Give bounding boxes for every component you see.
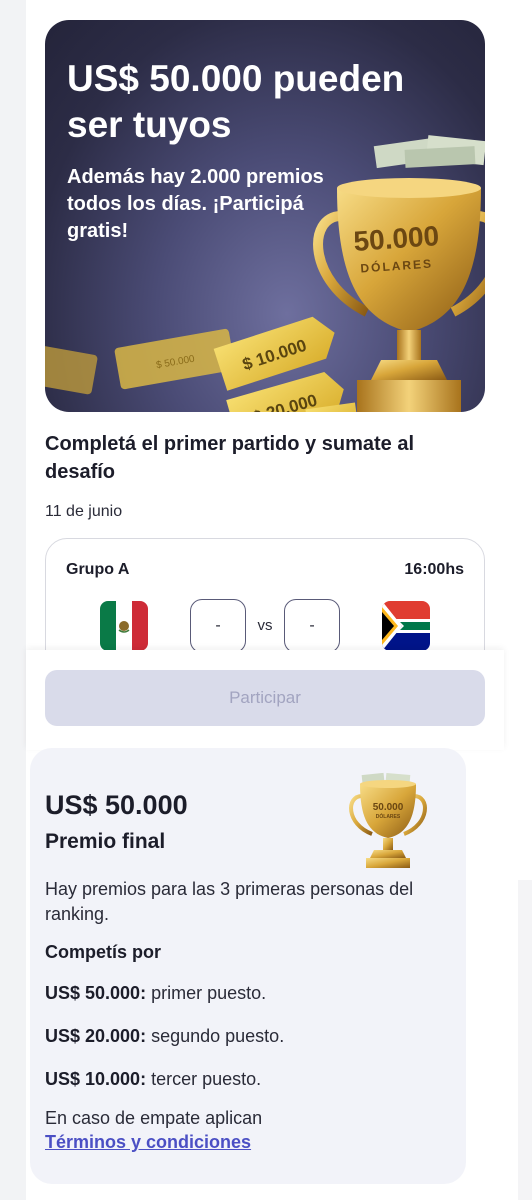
hero-banner[interactable]: 50.000 DÓLARES $ 50.000 $ 10.000 $ 20.00… xyxy=(45,20,485,412)
prize-line-second: US$ 20.000: segundo puesto. xyxy=(45,1026,285,1046)
match-time: 16:00hs xyxy=(404,561,464,578)
trophy-base xyxy=(357,380,461,412)
match-group: Grupo A xyxy=(66,561,130,578)
prize-line-first: US$ 50.000: primer puesto. xyxy=(45,983,267,1003)
away-score-input[interactable]: - xyxy=(284,599,340,653)
hero-title: US$ 50.000 pueden ser tuyos xyxy=(67,58,405,145)
home-score-input[interactable]: - xyxy=(190,599,246,653)
svg-text:50.000: 50.000 xyxy=(373,802,404,813)
trophy-label-top: 50.000 xyxy=(353,220,441,257)
prize-card: US$ 50.000 Premio final 50.000 DÓLARES H… xyxy=(30,748,466,1184)
prize-label: Premio final xyxy=(45,830,166,853)
prize-description: Hay premios para las 3 primeras personas… xyxy=(45,879,414,924)
compete-title: Competís por xyxy=(45,942,162,962)
terms-link[interactable]: Términos y condiciones xyxy=(45,1132,251,1153)
prize-amount: US$ 50.000 xyxy=(45,790,188,820)
trophy-icon: 50.000 DÓLARES xyxy=(349,772,427,868)
tie-text: En caso de empate aplican xyxy=(45,1108,263,1128)
mexico-flag-icon xyxy=(100,601,148,651)
south-africa-flag-icon xyxy=(382,601,430,651)
match-date: 11 de junio xyxy=(45,503,123,520)
svg-text:DÓLARES: DÓLARES xyxy=(376,812,401,820)
right-edge xyxy=(504,0,532,1200)
participate-button[interactable]: Participar xyxy=(45,670,485,726)
section-title: Completá el primer partido y sumate al d… xyxy=(45,433,414,483)
prize-line-third: US$ 10.000: tercer puesto. xyxy=(45,1069,262,1089)
hero-subtitle: Además hay 2.000 premios todos los días.… xyxy=(67,166,324,242)
ticket-far-left xyxy=(45,345,98,395)
vs-label: vs xyxy=(257,617,273,634)
